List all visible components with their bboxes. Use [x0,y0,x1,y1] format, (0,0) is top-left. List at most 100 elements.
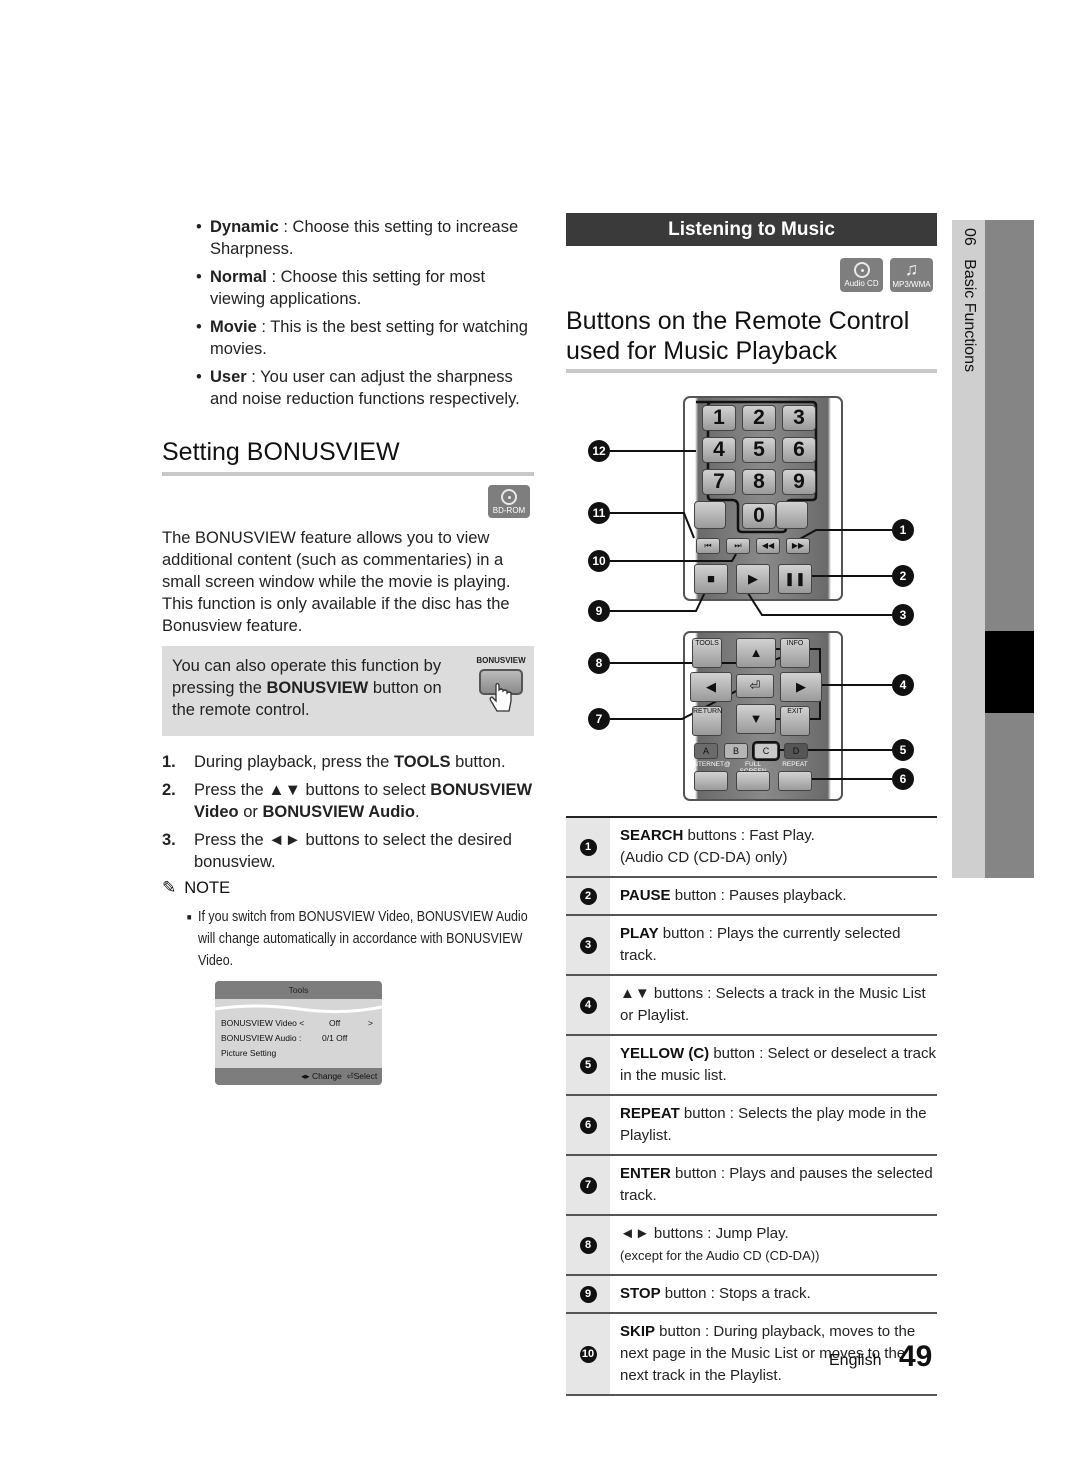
skip-forward-button[interactable]: ⏭ [726,538,750,554]
callout-9: 9 [588,600,610,622]
step-item: 1. During playback, press the TOOLS butto… [162,751,537,773]
left-arrow-button[interactable]: ◀ [690,672,732,702]
enter-button[interactable]: ⏎ [736,674,774,698]
step-text: . [414,803,420,821]
callout-7: 7 [588,708,610,730]
tip-bold: BONUSVIEW [266,679,369,697]
down-arrow-button[interactable]: ▼ [736,704,776,734]
tools-menu-screenshot: Tools BONUSVIEW Video < Off > BONUSVIEW Au… [215,981,382,1085]
tip-text: You can also operate this function by pr… [172,655,462,721]
row-number-cell: 8 [566,1216,610,1274]
return-button[interactable]: RETURN [692,706,722,736]
row-arrow: > [368,1018,373,1028]
row-number-cell: 7 [566,1156,610,1214]
callout-leader-line [610,512,695,539]
step-text: button. [450,753,506,771]
row-description: PLAY button : Plays the currently select… [610,916,937,974]
search-back-button[interactable]: ◀◀ [756,538,780,554]
option-text: : You user can adjust the sharpness and … [210,368,520,408]
menu-row: BONUSVIEW Audio : 0/1 Off [221,1033,347,1043]
number-key[interactable]: 6 [782,437,816,463]
option-term: User [210,368,247,386]
note-item: If you switch from BONUSVIEW Video, BONU… [187,906,528,972]
chapter-title: Basic Functions [961,259,978,373]
color-key-d[interactable]: D [784,743,808,759]
callout-number: 6 [579,1116,597,1134]
callout-11: 11 [588,502,610,524]
tools-menu-title: Tools [215,981,382,999]
step-key: BONUSVIEW Audio [262,803,415,821]
callout-number: 9 [579,1285,597,1303]
step-item: 2. Press the ▲▼ buttons to select BONUSVI… [162,779,537,823]
number-key[interactable]: 9 [782,469,816,495]
button-function: button : Stops a track. [660,1285,811,1302]
number-key[interactable]: 0 [742,503,776,529]
row-value: 0/1 Off [322,1033,348,1043]
step-number: 2. [162,781,176,799]
row-number-cell: 1 [566,818,610,876]
step-text: or [238,803,263,821]
button-name: PAUSE [620,887,671,904]
number-key[interactable]: 4 [702,437,736,463]
sharpness-options-list: Dynamic : Choose this setting to increas… [196,216,541,416]
heading-divider [162,472,534,476]
button-function: button : Plays the currently selected tr… [620,925,901,964]
internet-button[interactable] [694,771,728,791]
table-row: 2 PAUSE button : Pauses playback. [566,878,937,916]
up-arrow-button[interactable]: ▲ [736,638,776,668]
option-term: Movie [210,318,257,336]
note-heading-text: NOTE [184,879,231,897]
pause-button[interactable]: ❚❚ [778,564,812,594]
section-bar: Listening to Music [566,213,937,246]
audio-button[interactable] [776,501,808,529]
badge-label: Audio CD [844,279,879,288]
full-screen-button[interactable] [736,771,770,791]
button-name: ENTER [620,1165,671,1182]
number-key[interactable]: 8 [742,469,776,495]
table-row: 7 ENTER button : Plays and pauses the se… [566,1156,937,1216]
pointing-hand-icon [489,682,512,712]
play-button[interactable]: ▶ [736,564,770,594]
button-function: ▲▼ buttons : Selects a track in the Musi… [620,985,926,1024]
button-name: PLAY [620,925,659,942]
row-label: BONUSVIEW Audio : [221,1033,302,1043]
mp3-wma-badge: ♫ MP3/WMA [890,258,933,292]
list-item: Movie : This is the best setting for wat… [196,316,541,360]
repeat-button[interactable] [778,771,812,791]
right-arrow-button[interactable]: ▶ [780,672,822,702]
row-number-cell: 2 [566,878,610,914]
number-key[interactable]: 2 [742,405,776,431]
row-label: BONUSVIEW Video < [221,1018,305,1028]
table-row: 1 SEARCH buttons : Fast Play. (Audio CD (… [566,818,937,878]
table-row: 3 PLAY button : Plays the currently sele… [566,916,937,976]
bonusview-button-illustration: BONUSVIEW [476,656,526,719]
number-key[interactable]: 7 [702,469,736,495]
row-note: (Audio CD (CD-DA) only) [620,849,788,866]
info-button[interactable]: INFO [780,638,810,668]
callout-8: 8 [588,652,610,674]
callout-number: 3 [579,936,597,954]
row-description: REPEAT button : Selects the play mode in… [610,1096,937,1154]
tools-button[interactable]: TOOLS [692,638,722,668]
bd-rom-badge: BD-ROM [488,485,530,518]
tools-menu-footer: ◂▸ Change ⏎Select [215,1068,382,1085]
side-tab-dark [985,220,1034,878]
row-description: ◄► buttons : Jump Play. (except for the A… [610,1216,819,1274]
button-description-table: 1 SEARCH buttons : Fast Play. (Audio CD (… [566,816,937,1396]
number-key[interactable]: 5 [742,437,776,463]
number-key[interactable]: 3 [782,405,816,431]
color-key-c[interactable]: C [752,741,780,761]
color-key-b[interactable]: B [724,743,748,759]
row-description: PAUSE button : Pauses playback. [610,878,847,914]
search-forward-button[interactable]: ▶▶ [786,538,810,554]
subtitle-button[interactable] [694,501,726,529]
heading-divider [566,369,937,373]
exit-button[interactable]: EXIT [780,706,810,736]
number-key[interactable]: 1 [702,405,736,431]
stop-button[interactable]: ■ [694,564,728,594]
callout-number: 2 [579,887,597,905]
skip-back-button[interactable]: ⏮ [696,538,720,554]
button-name: SKIP [620,1323,656,1340]
step-number: 3. [162,831,176,849]
color-key-a[interactable]: A [694,743,718,759]
